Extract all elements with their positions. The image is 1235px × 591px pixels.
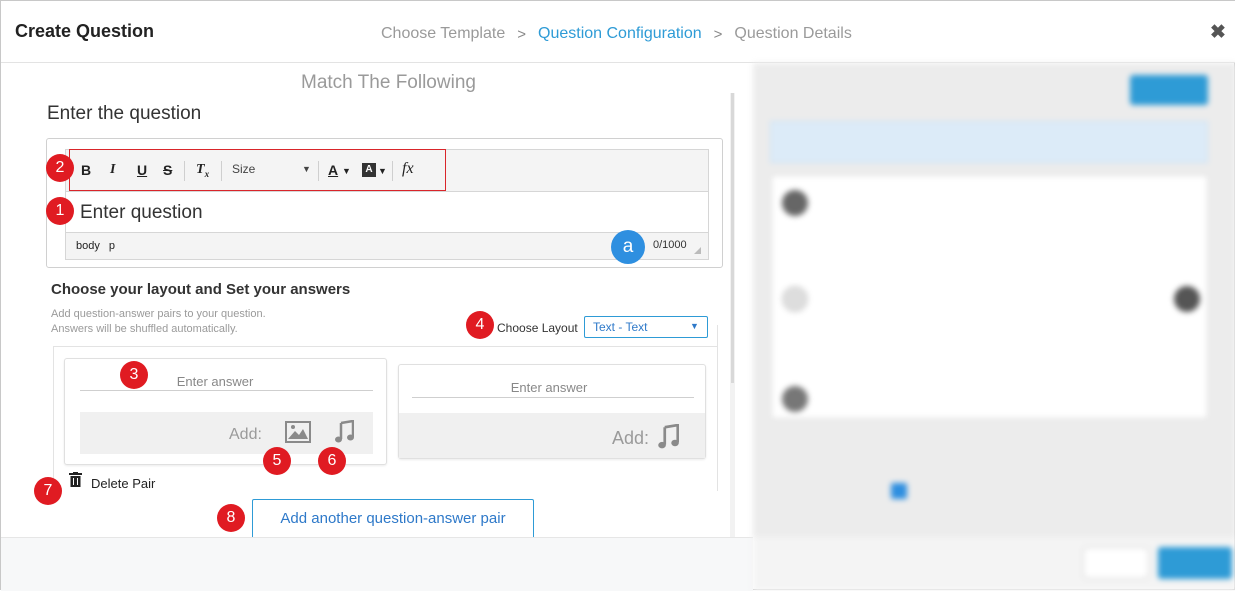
layout-label: Choose Layout [497, 321, 578, 335]
breadcrumb-question-configuration[interactable]: Question Configuration [538, 25, 702, 43]
element-path: body p [76, 240, 116, 252]
question-label: Enter the question [47, 103, 202, 124]
add-pair-button[interactable]: Add another question-answer pair [252, 499, 534, 537]
input-underline [80, 390, 373, 391]
breadcrumb-question-details[interactable]: Question Details [734, 25, 851, 43]
media-add-bar: Add: [399, 413, 705, 458]
back-button[interactable] [1083, 547, 1149, 579]
close-icon[interactable]: ✖ [1210, 21, 1226, 44]
question-config-panel: Match The Following Enter the question B… [1, 63, 753, 537]
char-counter: 0/1000 [653, 239, 687, 251]
layout-select[interactable]: Text - Text ▼ [584, 316, 708, 338]
dialog-title: Create Question [15, 21, 155, 41]
input-underline [412, 397, 694, 398]
music-icon[interactable] [334, 420, 354, 444]
chevron-down-icon: ▼ [690, 321, 699, 331]
preview-node [782, 286, 808, 312]
annotation-marker-3: 3 [120, 361, 148, 389]
scrollbar-thumb[interactable] [731, 93, 734, 383]
annotation-marker-7: 7 [34, 477, 62, 505]
annotation-marker-2: 2 [46, 154, 74, 182]
dialog-footer [1, 537, 753, 591]
preview-action-button[interactable] [1130, 75, 1208, 105]
layout-section-title: Choose your layout and Set your answers [51, 281, 351, 298]
preview-card [771, 175, 1208, 419]
partial-scoring-checkbox[interactable] [891, 483, 907, 499]
template-title: Match The Following [301, 72, 476, 93]
preview-info-banner [770, 121, 1208, 163]
image-icon[interactable] [285, 421, 311, 443]
delete-pair-button[interactable]: Delete Pair [91, 476, 155, 491]
annotation-marker-1: 1 [46, 197, 74, 225]
preview-node [1174, 286, 1200, 312]
annotation-marker-a: a [611, 230, 645, 264]
dialog-header: Create Question Choose Template > Questi… [1, 1, 1235, 63]
answer-input[interactable]: Enter answer [459, 380, 639, 395]
resize-handle-icon[interactable] [694, 247, 701, 254]
question-answer-input[interactable]: Enter answer [125, 374, 305, 389]
layout-select-value: Text - Text [593, 320, 648, 334]
layout-hint: Add question-answer pairs to your questi… [51, 308, 266, 320]
annotation-marker-8: 8 [217, 504, 245, 532]
annotation-marker-6: 6 [318, 447, 346, 475]
preview-node [782, 386, 808, 412]
add-media-label: Add: [229, 426, 262, 443]
preview-node [782, 190, 808, 216]
breadcrumb-separator: > [517, 25, 526, 43]
trash-icon[interactable] [69, 472, 82, 487]
next-button[interactable] [1158, 547, 1232, 579]
create-question-dialog: Create Question Choose Template > Questi… [0, 0, 1235, 591]
editor-toolbar: B I U S Tx Size ▼ A ▼ A ▼ fx [66, 149, 708, 192]
answer-card: Enter answer Add: [398, 364, 706, 459]
toolbar-highlight-box [69, 149, 446, 191]
question-input[interactable]: Enter question [80, 202, 203, 224]
preview-panel [753, 63, 1235, 591]
breadcrumb-choose-template[interactable]: Choose Template [381, 25, 505, 43]
pairs-divider [717, 325, 718, 491]
music-icon[interactable] [657, 424, 679, 450]
layout-hint: Answers will be shuffled automatically. [51, 323, 238, 335]
annotation-marker-4: 4 [466, 311, 494, 339]
annotation-marker-5: 5 [263, 447, 291, 475]
breadcrumb-separator: > [713, 25, 723, 43]
add-media-label: Add: [612, 428, 650, 448]
breadcrumb: Choose Template > Question Configuration… [381, 25, 852, 43]
